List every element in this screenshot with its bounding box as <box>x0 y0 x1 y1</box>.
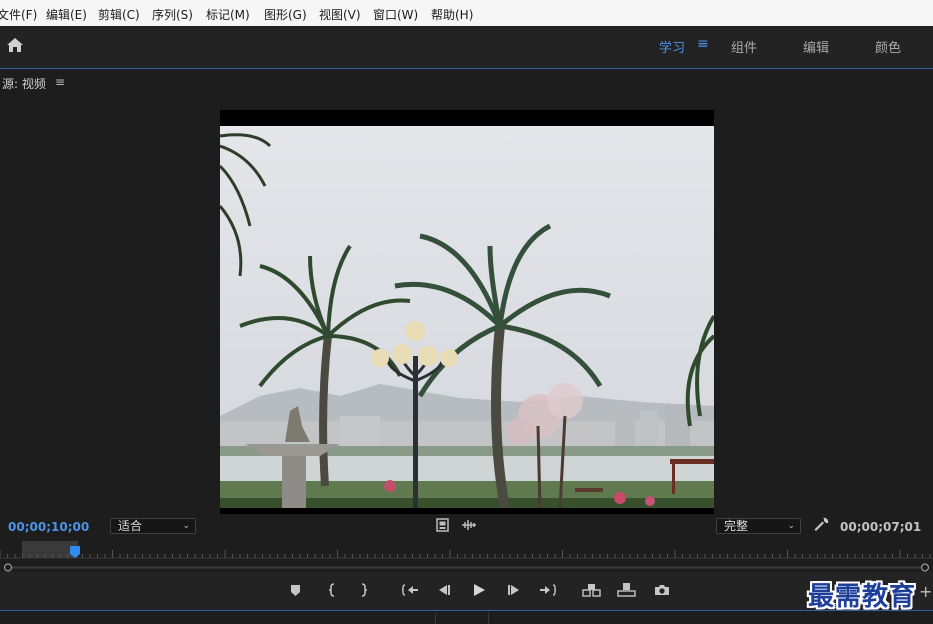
time-ruler[interactable] <box>0 540 933 562</box>
step-forward-icon[interactable] <box>506 582 526 600</box>
menu-markers[interactable]: 标记(M) <box>206 6 250 23</box>
menu-sequence[interactable]: 序列(S) <box>152 6 193 23</box>
menu-clip[interactable]: 剪辑(C) <box>98 6 140 23</box>
resolution-select[interactable]: 完整 ⌄ <box>716 518 801 534</box>
drag-video-icon[interactable] <box>436 517 452 533</box>
menu-file[interactable]: 文件(F) <box>0 6 37 23</box>
hamburger-icon[interactable]: ≡ <box>55 75 65 89</box>
watermark-logo: 最需教育 <box>808 582 917 612</box>
wrench-icon[interactable] <box>813 517 829 537</box>
transport-controls <box>0 572 933 610</box>
play-icon[interactable] <box>471 582 491 600</box>
source-monitor-display <box>220 110 714 514</box>
go-to-in-icon[interactable] <box>401 582 421 600</box>
menu-help[interactable]: 帮助(H) <box>431 6 473 23</box>
workspace-divider <box>0 68 933 69</box>
button-editor-icon[interactable]: + <box>919 582 932 601</box>
panel-separator <box>435 613 436 624</box>
insert-icon[interactable] <box>582 582 602 600</box>
panel-separator <box>488 613 489 624</box>
workspace-bar: 学习 ≡ 组件 编辑 颜色 <box>0 26 933 68</box>
tab-learn[interactable]: 学习 <box>659 37 685 56</box>
chevron-down-icon: ⌄ <box>787 521 795 531</box>
step-back-icon[interactable] <box>436 582 456 600</box>
source-panel-title[interactable]: 源: 视频 <box>2 75 46 92</box>
go-to-out-icon[interactable] <box>539 582 559 600</box>
menu-view[interactable]: 视图(V) <box>319 6 361 23</box>
mark-in-icon[interactable] <box>326 582 346 600</box>
chevron-down-icon: ⌄ <box>182 521 190 531</box>
current-timecode[interactable]: 00;00;10;00 <box>8 520 89 534</box>
tab-color[interactable]: 颜色 <box>875 37 901 56</box>
zoom-select[interactable]: 适合 ⌄ <box>110 518 196 534</box>
tab-editing[interactable]: 编辑 <box>803 37 829 56</box>
add-marker-icon[interactable] <box>288 582 308 600</box>
mark-out-icon[interactable] <box>358 582 378 600</box>
zoom-scrollbar[interactable] <box>0 563 933 572</box>
duration-timecode: 00;00;07;01 <box>840 520 922 534</box>
bottom-panel-strip <box>0 611 933 624</box>
zoom-select-value: 适合 <box>118 519 143 533</box>
menu-edit[interactable]: 编辑(E) <box>46 6 87 23</box>
video-frame <box>220 126 714 508</box>
menu-graphics[interactable]: 图形(G) <box>264 6 307 23</box>
menu-bar: 文件(F) 编辑(E) 剪辑(C) 序列(S) 标记(M) 图形(G) 视图(V… <box>0 0 933 26</box>
resolution-select-value: 完整 <box>724 519 749 533</box>
export-frame-icon[interactable] <box>654 582 674 600</box>
menu-window[interactable]: 窗口(W) <box>373 6 418 23</box>
home-icon[interactable] <box>6 37 24 57</box>
tab-assembly[interactable]: 组件 <box>731 37 757 56</box>
drag-audio-icon[interactable] <box>461 517 477 533</box>
workspace-menu-icon[interactable]: ≡ <box>697 36 709 52</box>
overwrite-icon[interactable] <box>617 582 637 600</box>
